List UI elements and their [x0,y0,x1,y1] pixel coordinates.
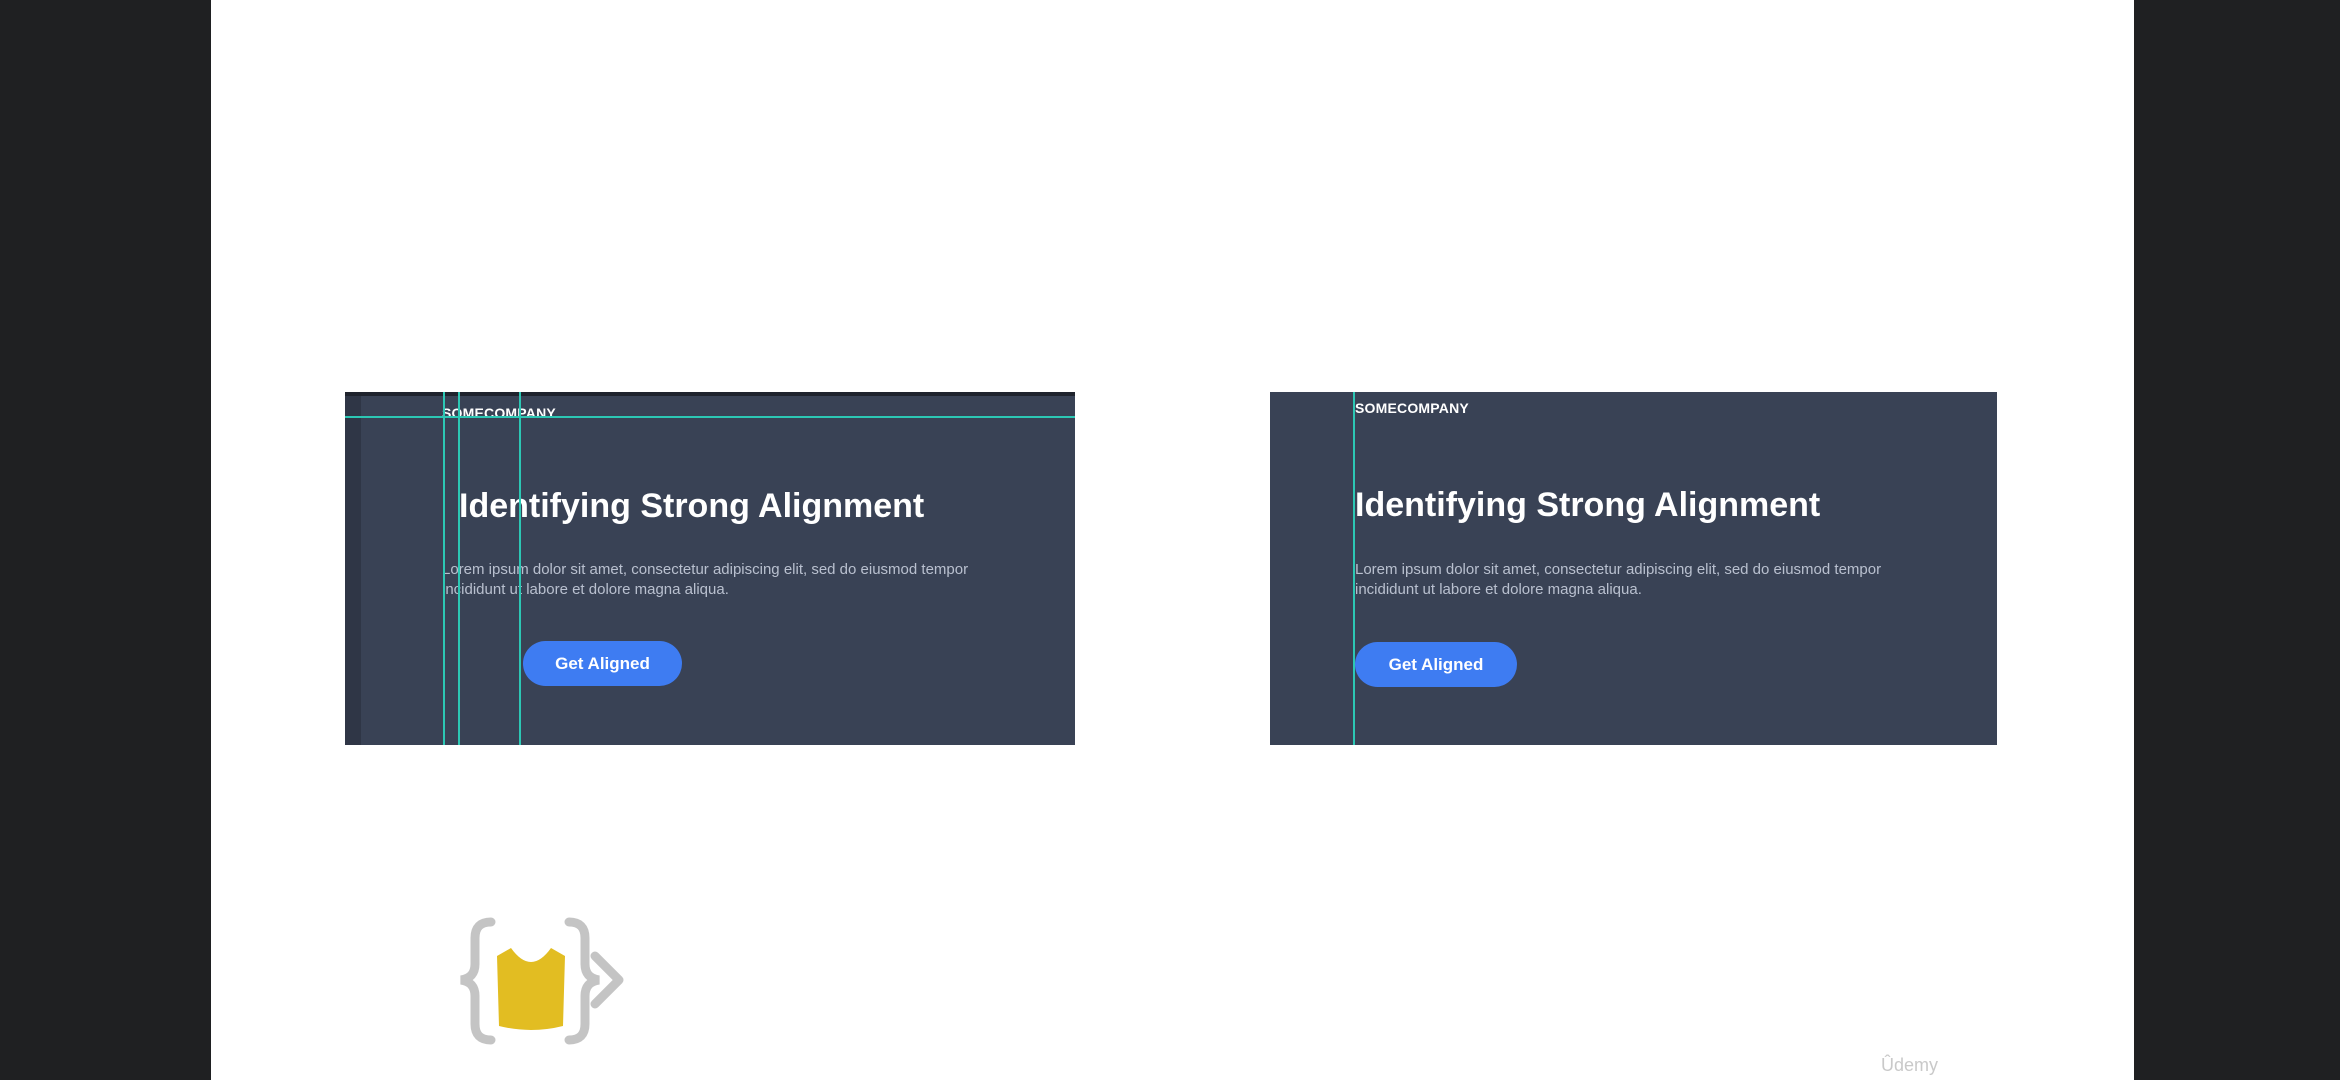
brand-name: SOMECOMPANY [1355,400,1469,416]
body-text: Lorem ipsum dolor sit amet, consectetur … [1355,560,1881,600]
curly-braces-shirt-logo-icon [460,917,624,1045]
top-strip [345,392,1075,396]
headline: Identifying Strong Alignment [459,487,925,525]
get-aligned-button[interactable]: Get Aligned [1355,642,1517,687]
vertical-guide-line [519,392,521,745]
right-mockup: SOMECOMPANY Identifying Strong Alignment… [1270,392,1997,745]
body-line-1: Lorem ipsum dolor sit amet, consectetur … [1355,561,1882,578]
vertical-guide-line [443,392,445,745]
vertical-guide-line [1353,392,1355,745]
left-mockup: SOMECOMPANY Identifying Strong Alignment… [345,392,1075,745]
vertical-guide-line [458,392,460,745]
body-line-2: incididunt ut labore et dolore magna ali… [1355,581,1642,598]
slide: SOMECOMPANY Identifying Strong Alignment… [211,0,2134,1080]
headline: Identifying Strong Alignment [1355,486,1821,524]
udemy-watermark: Ûdemy [1880,1055,1938,1075]
horizontal-guide-line [345,416,1075,418]
get-aligned-button[interactable]: Get Aligned [523,641,682,686]
side-strip [345,392,361,745]
